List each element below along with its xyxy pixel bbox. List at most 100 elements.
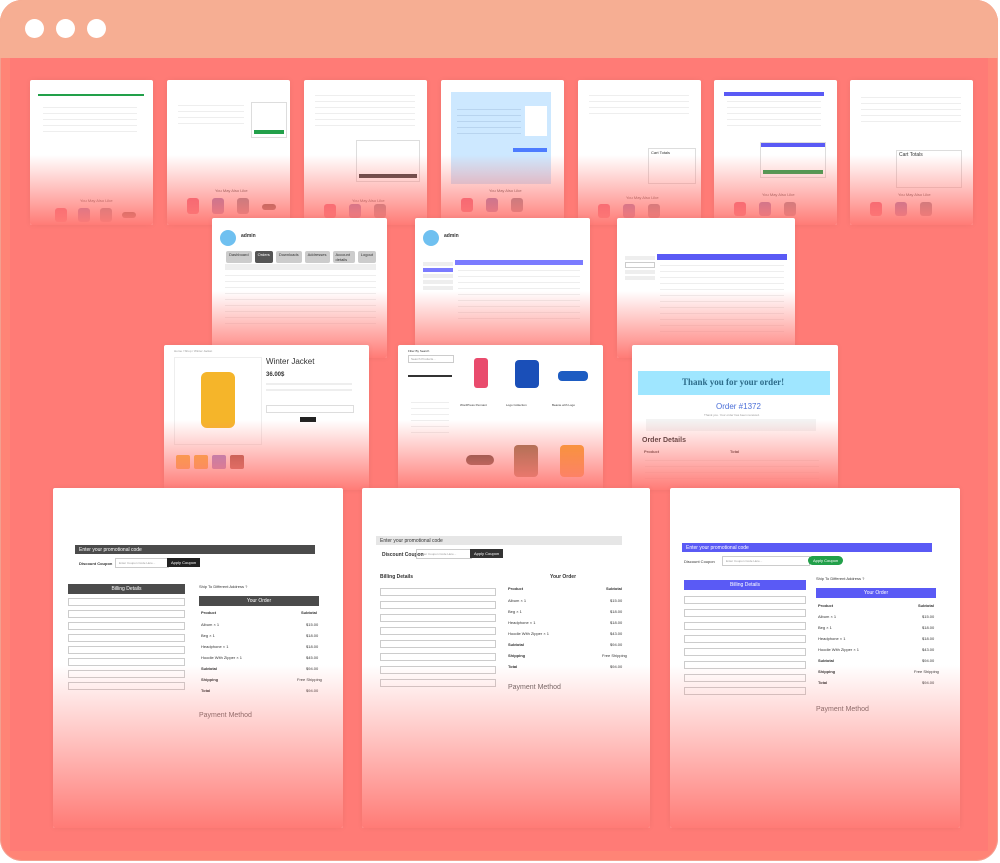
product-col: Product — [508, 586, 524, 591]
order-item: Beg × 1 — [201, 633, 215, 638]
product-thumb[interactable] — [78, 208, 90, 222]
tab[interactable]: Logout — [357, 251, 376, 263]
account-page-1: admin Dashboard Orders Downloads Address… — [212, 218, 387, 358]
total-value: $94.00 — [610, 664, 623, 669]
product-thumb[interactable] — [648, 204, 660, 218]
product-thumb[interactable] — [237, 198, 249, 214]
order-item: Beg × 1 — [818, 625, 832, 630]
product-thumb[interactable] — [122, 212, 136, 218]
order-details-title: Order Details — [642, 437, 686, 444]
price-slider[interactable] — [408, 375, 452, 377]
apply-coupon-button[interactable]: Apply Coupon — [167, 558, 201, 567]
window-dot-1[interactable] — [25, 19, 44, 38]
product-card[interactable] — [506, 355, 548, 397]
total-value: $94.00 — [922, 680, 935, 685]
thumbnail[interactable] — [176, 455, 190, 469]
order-item-price: $18.00 — [610, 609, 623, 614]
product-thumb[interactable] — [870, 202, 882, 216]
billing-title: Billing Details — [111, 586, 142, 592]
product-thumb[interactable] — [100, 208, 112, 222]
product-card[interactable] — [552, 355, 594, 397]
coupon-input[interactable]: Enter Coupon Code Here... — [722, 556, 810, 566]
cart-page-7: Cart Totals You May Also Like — [850, 80, 973, 225]
discount-label: Discount Coupon — [684, 559, 715, 564]
product-thumb[interactable] — [759, 202, 771, 216]
product-card[interactable] — [506, 443, 546, 483]
thumbnail[interactable] — [194, 455, 208, 469]
product-thumb[interactable] — [374, 204, 386, 218]
product-thumb[interactable] — [623, 204, 635, 218]
checkout-button[interactable] — [359, 174, 417, 178]
section-title: You May Also Like — [626, 195, 659, 200]
promo-bar[interactable]: Enter your promotional code — [682, 543, 932, 552]
your-order-title: Your Order — [246, 598, 272, 604]
billing-header: Billing Details — [684, 580, 806, 590]
order-item-price: $18.00 — [610, 620, 623, 625]
product-card[interactable] — [460, 355, 502, 397]
product-thumb[interactable] — [55, 208, 67, 222]
product-thumb[interactable] — [262, 204, 276, 210]
thumbnail[interactable] — [230, 455, 244, 469]
add-to-cart-button[interactable] — [300, 417, 316, 422]
product-thumb[interactable] — [511, 198, 523, 212]
tab[interactable]: Account details — [332, 251, 355, 263]
table-header-product: Product — [644, 449, 660, 454]
order-item: Album × 1 — [818, 614, 837, 619]
product-thumb[interactable] — [734, 202, 746, 216]
ship-different-label[interactable]: Ship To Different Address ? — [199, 584, 247, 589]
ship-different-label[interactable]: Ship To Different Address ? — [816, 576, 864, 581]
window-dot-2[interactable] — [56, 19, 75, 38]
coupon-input[interactable]: Enter Coupon Code Here... — [115, 558, 169, 568]
product-thumb[interactable] — [895, 202, 907, 216]
product-thumb[interactable] — [349, 204, 361, 218]
product-card[interactable] — [552, 443, 592, 483]
product-thumb[interactable] — [784, 202, 796, 216]
product-thumb[interactable] — [461, 198, 473, 212]
checkout-button[interactable] — [254, 130, 284, 134]
billing-title: Billing Details — [729, 582, 760, 588]
tab[interactable]: Orders — [254, 251, 273, 263]
tab[interactable]: Downloads — [275, 251, 302, 263]
window-dot-3[interactable] — [87, 19, 106, 38]
title-bar — [0, 0, 998, 58]
product-thumb[interactable] — [486, 198, 498, 212]
order-item: Hoodie With Zipper × 1 — [818, 647, 860, 652]
checkout-button[interactable] — [513, 148, 547, 152]
product-name[interactable]: WordPress Pennant — [460, 403, 487, 407]
search-input[interactable]: Search Products... — [408, 355, 454, 363]
checkout-button[interactable] — [763, 170, 823, 174]
order-item: Album × 1 — [508, 598, 527, 603]
product-name[interactable]: Beanie with Logo — [552, 403, 575, 407]
panel-title: Cart Totals — [651, 150, 671, 155]
product-name[interactable]: Logo Collection — [506, 403, 527, 407]
apply-coupon-button[interactable]: Apply Coupon — [470, 549, 504, 558]
promo-bar[interactable]: Enter your promotional code — [75, 545, 315, 554]
apply-coupon-button[interactable]: Apply Coupon — [808, 556, 844, 565]
order-item-price: $15.00 — [306, 622, 319, 627]
product-thumb[interactable] — [920, 202, 932, 216]
account-page-3 — [617, 218, 795, 358]
promo-text: Enter your promotional code — [79, 547, 142, 553]
promo-bar[interactable]: Enter your promotional code — [376, 536, 622, 545]
order-number: Order #1372 — [716, 402, 761, 411]
product-thumb[interactable] — [187, 198, 199, 214]
order-item: Hoodie With Zipper × 1 — [201, 655, 243, 660]
coupon-input[interactable]: Enter Coupon Code Here... — [416, 549, 472, 559]
subtotal-label: Subtotal — [818, 658, 834, 663]
shipping-value: Free Shipping — [602, 653, 627, 658]
product-thumb[interactable] — [598, 204, 610, 218]
tab[interactable]: Addresses — [304, 251, 330, 263]
product-card[interactable] — [460, 443, 500, 483]
tab[interactable]: Dashboard — [226, 251, 252, 263]
product-thumb[interactable] — [324, 204, 336, 218]
billing-title: Billing Details — [380, 574, 414, 580]
shipping-label: Shipping — [818, 669, 836, 674]
product-price: 36.00$ — [266, 372, 285, 378]
cart-page-4: You May Also Like — [441, 80, 564, 225]
total-label: Total — [508, 664, 518, 669]
product-thumb[interactable] — [212, 198, 224, 214]
thumbnail[interactable] — [212, 455, 226, 469]
order-item-price: $15.00 — [922, 614, 935, 619]
variation-select[interactable] — [266, 405, 354, 413]
cart-totals-panel — [760, 142, 826, 178]
